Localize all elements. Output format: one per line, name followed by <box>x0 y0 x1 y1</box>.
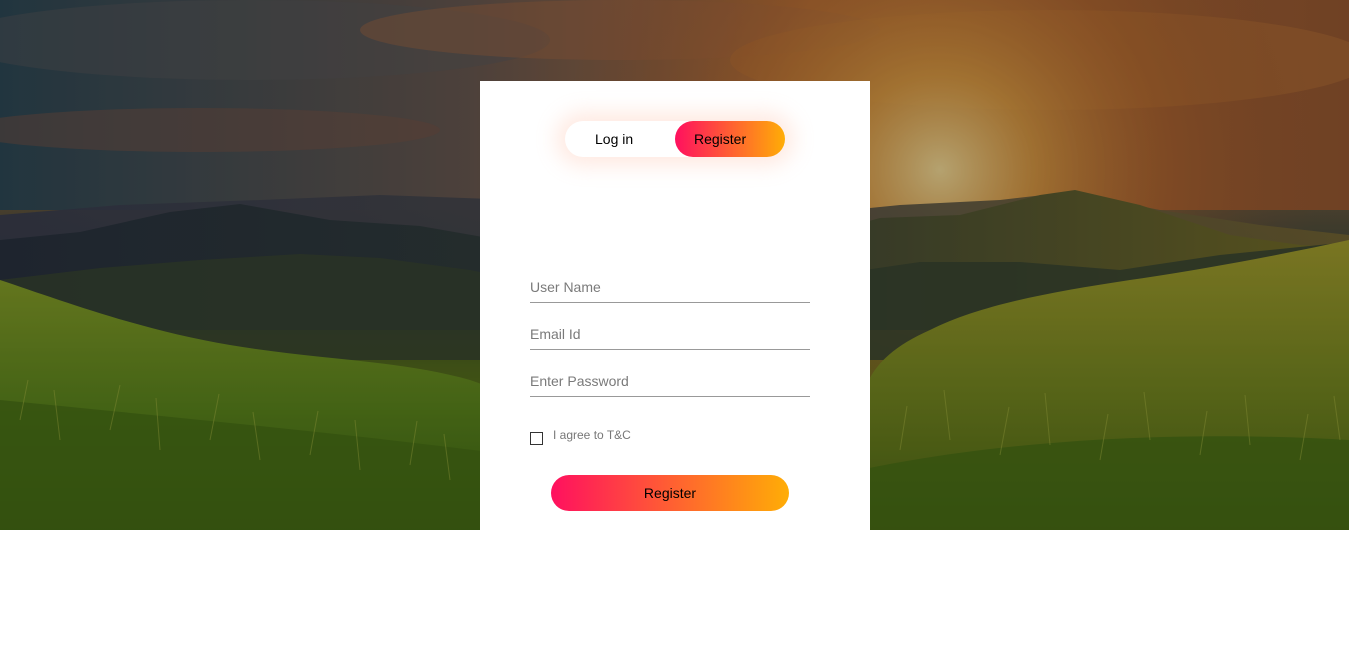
register-form-card: Log in Register I agree to T&C Register <box>480 81 870 530</box>
register-submit-button[interactable]: Register <box>551 475 789 511</box>
terms-checkbox[interactable] <box>530 432 543 445</box>
register-toggle-label: Register <box>694 131 747 147</box>
login-toggle-button[interactable]: Log in <box>565 121 675 157</box>
auth-mode-toggle: Log in Register <box>565 121 785 157</box>
register-toggle-button[interactable]: Register <box>675 121 785 157</box>
register-submit-label: Register <box>643 485 697 501</box>
username-input[interactable] <box>530 271 810 303</box>
email-input[interactable] <box>530 318 810 350</box>
password-input[interactable] <box>530 365 810 397</box>
terms-label: I agree to T&C <box>553 428 631 442</box>
login-toggle-label: Log in <box>595 131 634 147</box>
